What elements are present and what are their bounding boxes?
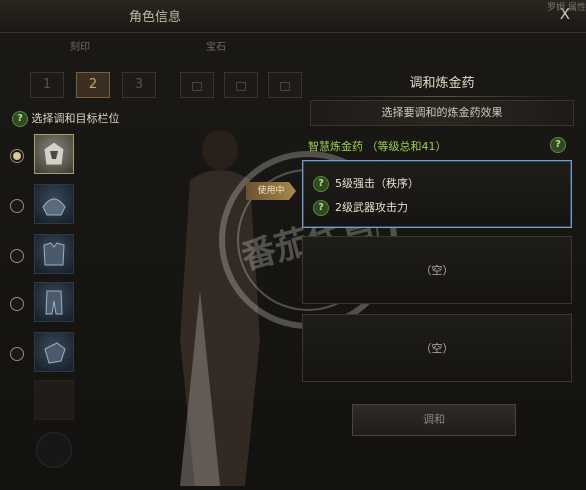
tab-engraving[interactable]: 刻印 [70,38,90,53]
mix-button[interactable]: 调和 [352,404,516,436]
effect-text-2: 2级武器攻击力 [335,201,408,214]
select-slot-text: 选择调和目标栏位 [31,112,120,125]
help-icon[interactable]: ? [313,176,329,192]
panel-title: 调和炼金药 [409,76,475,91]
slot-radio[interactable] [10,149,24,163]
potion-label: 智慧炼金药 （等级总和41） [308,140,447,153]
shoulder-slot[interactable] [34,184,74,224]
effect-option-2[interactable]: （空） [302,236,572,304]
alchemy-panel: X 调和炼金药 选择要调和的炼金药效果 智慧炼金药 （等级总和41） ? ?5级… [298,58,586,486]
select-slot-label: ? 选择调和目标栏位 [12,110,120,127]
effect-line-1: ? 5级强击（秩序） [313,175,419,192]
empty-label: （空） [420,264,454,277]
help-icon[interactable]: ? [550,137,566,153]
chest-slot[interactable] [34,234,74,274]
helmet-slot[interactable] [34,134,74,174]
help-icon[interactable]: ? [313,200,329,216]
title-divider [312,96,570,97]
slot-radio[interactable] [10,199,24,213]
page-1-button[interactable]: 1 [30,72,64,98]
in-use-tag: 使用中 [246,182,296,200]
helmet-icon [43,141,65,166]
shoulder-armor-icon [42,198,66,216]
effect-option-3[interactable]: （空） [302,314,572,382]
empty-label: （空） [420,342,454,355]
panel-subtitle: 选择要调和的炼金药效果 [310,100,574,126]
weapon-slot-dim [34,380,74,420]
pants-armor-icon [45,290,63,315]
tab-gems[interactable]: 宝石 [206,38,226,53]
effect-option-1[interactable]: ? 5级强击（秩序） ? 2级武器攻击力 [302,160,572,228]
window-titlebar: 角色信息 X [0,0,586,33]
window-title: 角色信息 [128,10,181,25]
character-model [150,90,290,486]
left-tabs: 刻印 宝石 [0,34,300,56]
slot-radio[interactable] [10,249,24,263]
page-2-button[interactable]: 2 [76,72,110,98]
slot-radio[interactable] [10,347,24,361]
effect-line-2: ? 2级武器攻击力 [313,199,408,216]
slot-radio[interactable] [10,297,24,311]
chest-armor-icon [43,242,65,266]
corner-text: 罗姆 属性 [547,3,586,13]
help-icon[interactable]: ? [12,111,28,127]
gloves-armor-icon [44,342,66,364]
emblem-icon [36,432,72,468]
gloves-slot[interactable] [34,332,74,372]
effect-text-1: 5级强击（秩序） [335,177,419,190]
pants-slot[interactable] [34,282,74,322]
